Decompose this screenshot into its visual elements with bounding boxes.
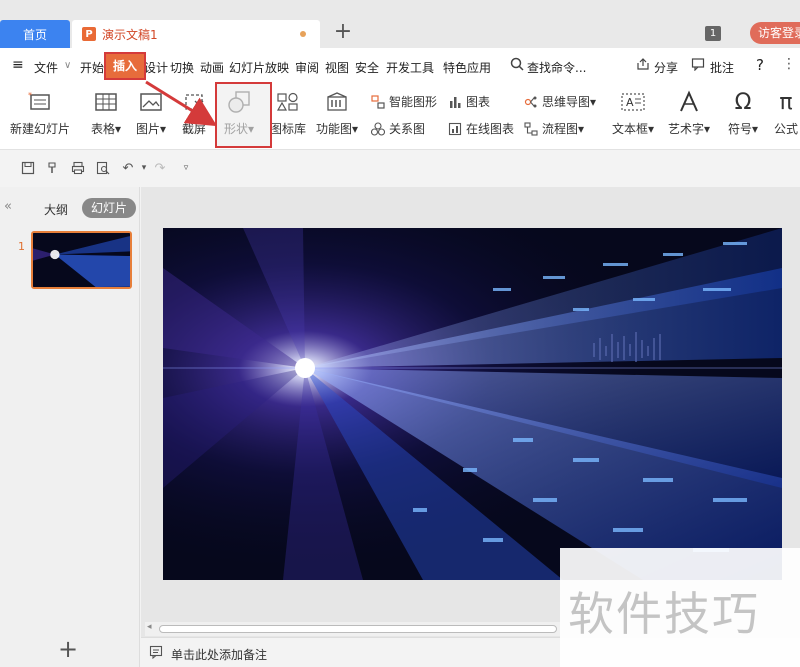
print-preview-icon[interactable] [95, 160, 111, 176]
notes-placeholder[interactable]: 单击此处添加备注 [171, 646, 267, 663]
watermark: 软件技巧 [560, 548, 800, 667]
scrollbar-thumb[interactable] [159, 625, 557, 633]
format-painter-icon[interactable] [45, 160, 61, 176]
redo-icon[interactable]: ↷ [152, 160, 168, 176]
customize-toolbar-icon[interactable]: ▿ [178, 160, 194, 176]
undo-dropdown-icon[interactable]: ▾ [136, 160, 152, 176]
collapse-panel-icon[interactable]: « [4, 199, 12, 214]
horizontal-scrollbar[interactable]: ◂ [145, 622, 560, 636]
slide-background-image[interactable] [163, 228, 782, 580]
slide-panel: « 大纲 幻灯片 1 + [0, 187, 140, 667]
add-slide-button[interactable]: + [58, 635, 78, 663]
quick-access-toolbar: ↶ ▾ ↷ ▿ [0, 151, 800, 187]
save-icon[interactable] [20, 160, 36, 176]
scroll-left-icon[interactable]: ◂ [147, 622, 152, 632]
annotation-arrow [145, 80, 218, 127]
undo-icon[interactable]: ↶ [120, 160, 136, 176]
outline-tab[interactable]: 大纲 [44, 201, 68, 218]
slides-tab[interactable]: 幻灯片 [82, 198, 136, 218]
print-icon[interactable] [70, 160, 86, 176]
notes-icon [149, 645, 163, 660]
slide-number: 1 [18, 240, 25, 253]
watermark-text: 软件技巧 [568, 587, 760, 641]
slide-thumbnail[interactable] [31, 231, 132, 289]
